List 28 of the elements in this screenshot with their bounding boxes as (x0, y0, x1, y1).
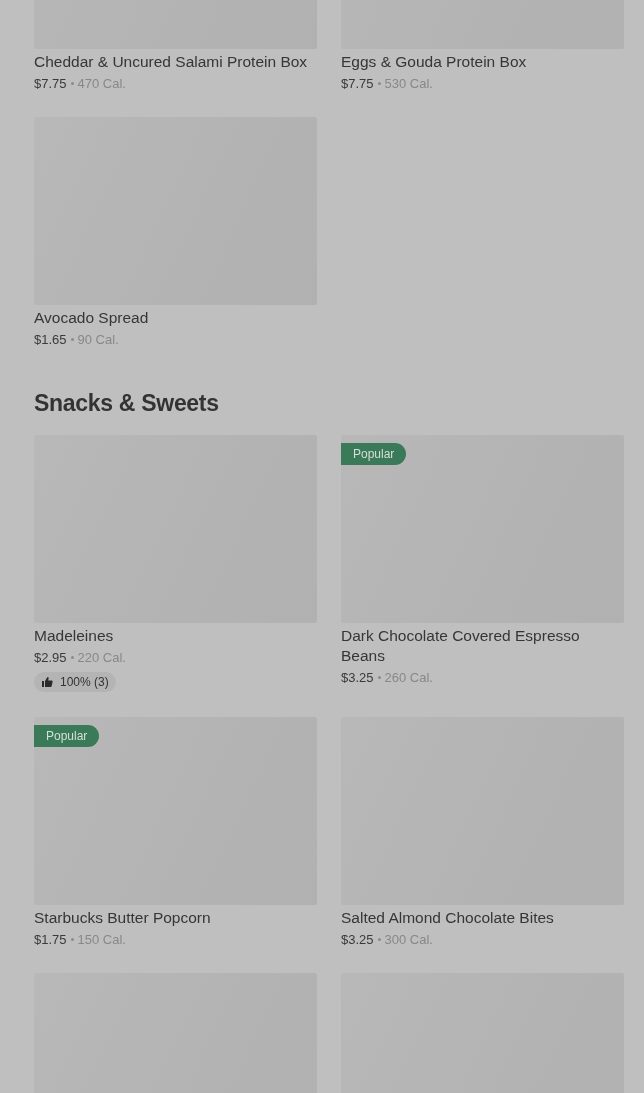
thumbs-up-icon (41, 676, 53, 688)
separator-dot (70, 338, 74, 341)
separator-dot (377, 676, 381, 679)
item-price: $3.25 (341, 931, 374, 948)
item-name[interactable]: Dark Chocolate Covered Espresso Beans (341, 626, 624, 666)
image-placeholder[interactable]: Popular (341, 435, 624, 623)
separator-dot (70, 82, 74, 85)
separator-dot (70, 938, 74, 941)
separator-dot (377, 938, 381, 941)
item-name[interactable]: Eggs & Gouda Protein Box (341, 52, 624, 72)
item-name[interactable]: Cheddar & Uncured Salami Protein Box (34, 52, 317, 72)
item-price: $3.25 (341, 669, 374, 686)
item-price: $1.75 (34, 931, 67, 948)
item-name[interactable]: Madeleines (34, 626, 317, 646)
separator-dot (377, 82, 381, 85)
rating-text: 100% (3) (60, 675, 109, 689)
item-price: $1.65 (34, 331, 67, 348)
item-name[interactable]: Salted Almond Chocolate Bites (341, 908, 624, 928)
item-name[interactable]: Starbucks Butter Popcorn (34, 908, 317, 928)
popular-badge: Popular (341, 443, 407, 465)
item-price: $7.75 (34, 75, 67, 92)
popular-badge: Popular (34, 725, 100, 747)
item-price: $2.95 (34, 649, 67, 666)
section-heading: Snacks & Sweets (34, 389, 220, 418)
image-placeholder[interactable]: Popular (34, 717, 317, 905)
separator-dot (70, 656, 74, 659)
item-price: $7.75 (341, 75, 374, 92)
item-name[interactable]: Avocado Spread (34, 308, 317, 328)
